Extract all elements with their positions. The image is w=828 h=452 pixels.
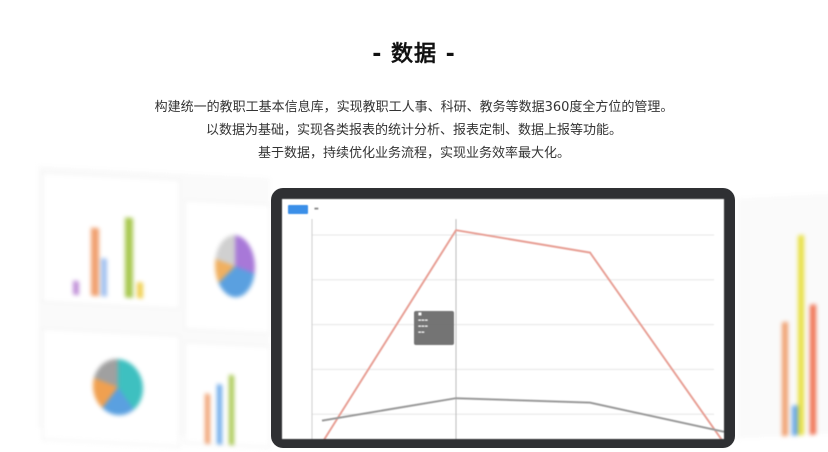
- bar-chart-panel-2: [184, 341, 270, 449]
- bar-chart-panel: [42, 172, 180, 310]
- pie-mark: [93, 357, 143, 417]
- series-line-2: [321, 397, 724, 433]
- series-line-1: [323, 229, 723, 439]
- pie-chart-panel-2: [42, 328, 180, 448]
- bar-mark: [205, 393, 210, 444]
- bar-mark: [101, 258, 107, 297]
- bar-mark: [217, 384, 222, 445]
- bar-mark: [798, 235, 804, 436]
- bar-mark: [137, 282, 143, 299]
- right-dashboard-preview: [738, 193, 828, 439]
- bar-mark: [792, 405, 798, 436]
- pie-mark: [215, 234, 255, 299]
- description-line-2: 以数据为基础，实现各类报表的统计分析、报表定制、数据上报等功能。: [205, 123, 622, 138]
- bar-mark: [125, 217, 133, 298]
- bar-mark: [73, 280, 79, 296]
- line-chart: [311, 219, 724, 439]
- laptop-mockup: ▬ ■ ▬▬▬ ▬▬▬ ▬▬: [271, 188, 735, 448]
- bar-mark: [91, 227, 99, 297]
- left-dashboard-preview: [38, 165, 270, 449]
- pie-chart-panel: [184, 199, 270, 335]
- chart-grid: [311, 219, 714, 439]
- laptop-screen: ▬ ■ ▬▬▬ ▬▬▬ ▬▬: [282, 199, 724, 439]
- bar-mark: [782, 321, 788, 437]
- bar-mark: [229, 374, 234, 446]
- chart-lines: [321, 229, 724, 439]
- description-line-3: 基于数据，持续优化业务流程，实现业务效率最大化。: [257, 146, 570, 161]
- chart-tooltip: ■ ▬▬▬ ▬▬▬ ▬▬: [414, 311, 454, 345]
- bar-mark: [810, 304, 816, 435]
- section-title: - 数据 -: [372, 42, 456, 67]
- section-description: 构建统一的教职工基本信息库，实现教职工人事、科研、教务等数据360度全方位的管理…: [0, 96, 828, 165]
- description-line-1: 构建统一的教职工基本信息库，实现教职工人事、科研、教务等数据360度全方位的管理…: [154, 100, 674, 115]
- tooltip-line: ▬▬: [418, 330, 425, 334]
